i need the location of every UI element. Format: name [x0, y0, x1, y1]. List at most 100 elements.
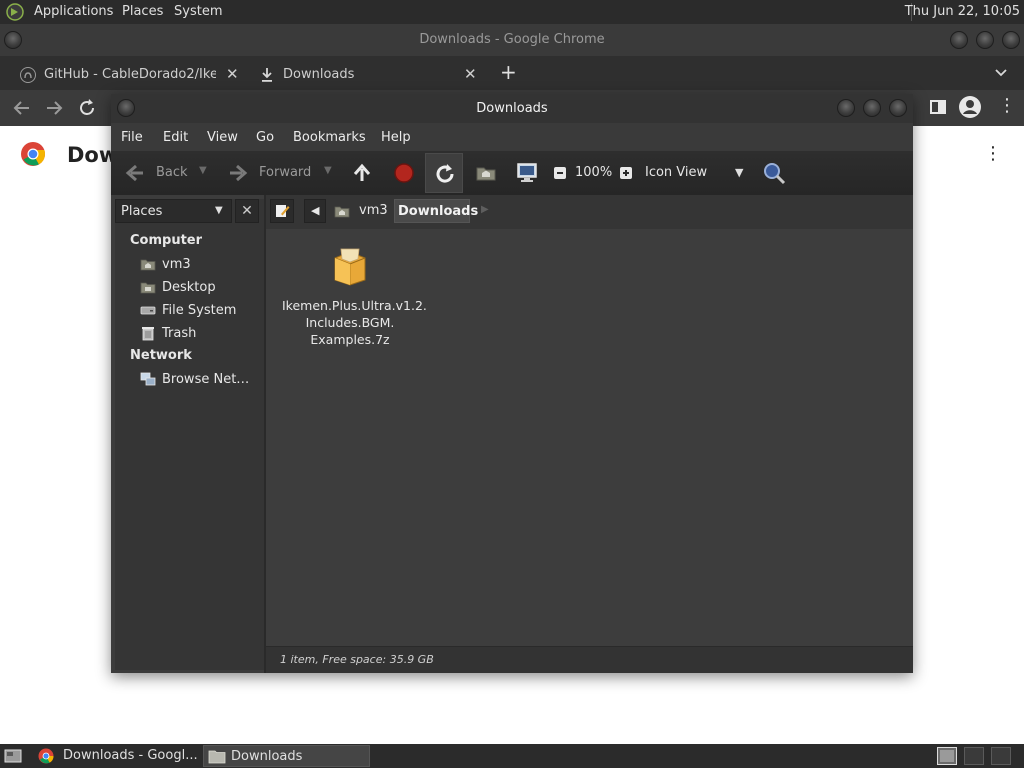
top-panel: Applications Places System Thu Jun 22, 1…: [0, 0, 1024, 24]
file-name: Ikemen.Plus.Ultra.v1.2. Includes.BGM. Ex…: [282, 298, 427, 347]
close-button[interactable]: [1002, 31, 1020, 49]
minimize-button[interactable]: [950, 31, 968, 49]
file-item[interactable]: Ikemen.Plus.Ultra.v1.2. Includes.BGM. Ex…: [282, 239, 427, 347]
tab-downloads[interactable]: Downloads ✕: [252, 60, 488, 90]
status-bar: 1 item, Free space: 35.9 GB: [266, 646, 913, 673]
computer-icon[interactable]: [515, 161, 539, 185]
places-selector[interactable]: Places ▼: [115, 199, 232, 223]
tab-github[interactable]: GitHub - CableDorado2/Ikeme ✕: [12, 60, 248, 90]
zoom-in-icon[interactable]: [619, 166, 633, 180]
forward-arrow-icon[interactable]: [44, 98, 64, 118]
places-selector-label: Places: [121, 204, 163, 219]
forward-arrow-icon: [230, 164, 248, 182]
chevron-right-icon[interactable]: ▶: [481, 204, 489, 215]
search-icon[interactable]: [761, 160, 787, 186]
file-view[interactable]: Ikemen.Plus.Ultra.v1.2. Includes.BGM. Ex…: [266, 229, 913, 646]
tab-close-icon[interactable]: ✕: [226, 65, 239, 83]
chrome-window-title: Downloads - Google Chrome: [419, 32, 605, 47]
view-mode-label: Icon View: [645, 165, 708, 180]
maximize-button[interactable]: [976, 31, 994, 49]
minimize-button[interactable]: [837, 99, 855, 117]
system-menu[interactable]: System: [174, 4, 222, 19]
bottom-panel: Downloads - Googl... Downloads: [0, 744, 1024, 768]
tab-github-label: GitHub - CableDorado2/Ikeme: [44, 67, 216, 82]
zoom-out-icon[interactable]: [553, 166, 567, 180]
chevron-down-icon: ▼: [215, 205, 223, 216]
reload-icon[interactable]: [77, 98, 97, 118]
home-folder-icon[interactable]: [475, 162, 497, 184]
applications-menu[interactable]: Applications: [34, 4, 113, 19]
menu-bookmarks[interactable]: Bookmarks: [293, 130, 366, 145]
forward-button[interactable]: Forward ▼: [224, 151, 336, 195]
network-icon: [140, 372, 156, 386]
folder-icon: [208, 750, 226, 764]
download-icon: [262, 68, 272, 82]
status-text: 1 item, Free space: 35.9 GB: [280, 653, 434, 666]
forward-dropdown-icon[interactable]: ▼: [324, 165, 332, 176]
reload-icon: [436, 164, 454, 183]
zoom-level: 100%: [575, 165, 613, 180]
tab-close-icon[interactable]: ✕: [464, 65, 477, 83]
up-arrow-icon[interactable]: [351, 162, 373, 184]
menu-go[interactable]: Go: [256, 130, 274, 145]
back-arrow-icon: [125, 164, 143, 182]
side-panel-icon[interactable]: [929, 98, 947, 116]
profile-avatar-icon[interactable]: [958, 95, 982, 119]
fm-menubar: File Edit View Go Bookmarks Help: [111, 123, 913, 151]
mate-logo-icon[interactable]: [6, 3, 24, 21]
chevron-left-icon: ◀: [311, 204, 320, 217]
show-desktop-icon[interactable]: [4, 748, 22, 764]
sidebar-item-browse-network[interactable]: Browse Net…: [140, 370, 258, 390]
back-arrow-icon[interactable]: [12, 98, 32, 118]
sidebar-item-trash[interactable]: Trash: [140, 324, 258, 344]
places-sidebar: Places ▼ ✕ Computer vm3 Desktop File Sys: [115, 199, 264, 670]
reload-button[interactable]: [425, 153, 463, 193]
tab-search-chevron-icon[interactable]: [994, 66, 1008, 80]
menu-help[interactable]: Help: [381, 130, 411, 145]
taskbar-downloads-label: Downloads: [231, 749, 303, 764]
home-folder-icon: [334, 206, 350, 218]
crumb-downloads[interactable]: Downloads: [394, 199, 478, 223]
menu-edit[interactable]: Edit: [163, 130, 188, 145]
sidebar-item-desktop[interactable]: Desktop: [140, 278, 258, 298]
close-button[interactable]: [889, 99, 907, 117]
chevron-down-icon: ▼: [735, 166, 744, 179]
fm-titlebar[interactable]: Downloads: [111, 94, 913, 123]
chrome-menu-icon[interactable]: ⋮: [998, 96, 1016, 116]
github-icon: [20, 67, 36, 83]
taskbar-downloads[interactable]: Downloads: [203, 745, 370, 767]
page-menu-icon[interactable]: ⋮: [984, 143, 1002, 164]
maximize-button[interactable]: [863, 99, 881, 117]
menu-view[interactable]: View: [207, 130, 238, 145]
sidebar-heading-computer: Computer: [130, 233, 203, 248]
chrome-logo-icon: [21, 142, 46, 166]
close-sidebar-icon[interactable]: ✕: [235, 199, 259, 223]
drive-icon: [140, 306, 156, 315]
workspace-1[interactable]: [937, 747, 957, 765]
places-menu[interactable]: Places: [122, 4, 163, 19]
taskbar-chrome-label: Downloads - Googl...: [63, 748, 198, 763]
back-button[interactable]: Back ▼: [119, 151, 217, 195]
workspace-3[interactable]: [991, 747, 1011, 765]
workspace-2[interactable]: [964, 747, 984, 765]
fm-toolbar: Back ▼ Forward ▼ 100% Icon View ▼: [111, 151, 913, 195]
back-dropdown-icon[interactable]: ▼: [199, 165, 207, 176]
stop-icon[interactable]: [393, 162, 415, 184]
path-bar: ◀ vm3 Downloads ▶: [266, 195, 913, 229]
archive-package-icon: [334, 248, 366, 286]
new-tab-icon[interactable]: +: [500, 60, 517, 84]
path-scroll-left-button[interactable]: ◀: [304, 199, 326, 223]
chrome-icon: [38, 748, 54, 764]
sidebar-item-file-system[interactable]: File System: [140, 301, 258, 321]
toggle-location-entry-button[interactable]: [270, 199, 294, 223]
desktop-folder-icon: [140, 282, 156, 294]
tab-downloads-label: Downloads: [283, 67, 355, 82]
clock[interactable]: Thu Jun 22, 10:05: [905, 4, 1020, 19]
menu-file[interactable]: File: [121, 130, 143, 145]
view-mode-select[interactable]: Icon View ▼: [641, 159, 751, 187]
crumb-vm3[interactable]: vm3: [330, 199, 392, 223]
chrome-titlebar[interactable]: Downloads - Google Chrome: [0, 24, 1024, 56]
home-folder-icon: [140, 259, 156, 271]
sidebar-item-vm3[interactable]: vm3: [140, 255, 258, 275]
taskbar-chrome[interactable]: Downloads - Googl...: [34, 745, 200, 767]
